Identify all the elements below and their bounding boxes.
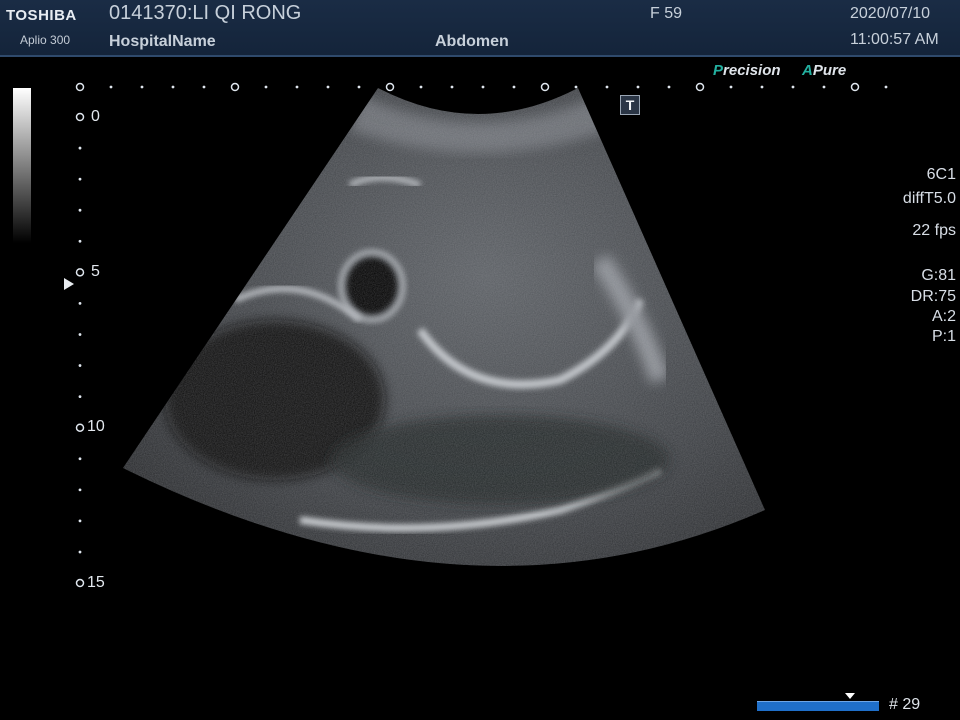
depth-label-15: 15 [87, 574, 105, 591]
lateral-major-tick [75, 82, 85, 92]
cine-progress-bar[interactable] [757, 701, 879, 711]
lateral-minor-tick [419, 85, 423, 89]
lateral-minor-tick [481, 85, 485, 89]
lateral-minor-tick [760, 85, 764, 89]
probe-label: 6C1 [926, 166, 956, 183]
depth-minor-tick [78, 239, 82, 243]
mode-label: diffT5.0 [902, 190, 956, 207]
lateral-minor-tick [729, 85, 733, 89]
dynamic-range-label: DR:75 [910, 288, 956, 305]
lateral-major-tick [695, 82, 705, 92]
lateral-minor-tick [202, 85, 206, 89]
lateral-major-tick [540, 82, 550, 92]
lateral-minor-tick [791, 85, 795, 89]
depth-minor-tick [78, 208, 82, 212]
focus-pointer-icon[interactable] [64, 278, 74, 290]
depth-minor-tick [78, 146, 82, 150]
depth-label-10: 10 [87, 418, 105, 435]
a-label: A:2 [931, 308, 956, 325]
p-label: P:1 [931, 328, 956, 345]
lateral-minor-tick [574, 85, 578, 89]
lateral-minor-tick [822, 85, 826, 89]
lateral-minor-tick [109, 85, 113, 89]
cine-thumb-icon[interactable] [845, 693, 855, 699]
gain-label: G:81 [921, 267, 956, 284]
depth-minor-tick [78, 488, 82, 492]
depth-minor-tick [78, 550, 82, 554]
scan-sector [123, 88, 765, 566]
lateral-minor-tick [357, 85, 361, 89]
depth-minor-tick [78, 177, 82, 181]
depth-minor-tick [78, 333, 82, 336]
lateral-major-tick [230, 82, 240, 92]
lateral-major-tick [385, 82, 395, 92]
frame-count: # 29 [889, 696, 921, 713]
lateral-minor-tick [884, 85, 888, 89]
depth-major-tick [75, 578, 85, 588]
depth-major-tick [75, 268, 85, 277]
lateral-minor-tick [636, 85, 640, 89]
depth-minor-tick [78, 364, 82, 367]
depth-minor-tick [78, 457, 82, 461]
lateral-minor-tick [450, 85, 454, 89]
lateral-minor-tick [171, 85, 175, 89]
depth-major-tick [75, 423, 85, 432]
depth-minor-tick [78, 395, 82, 399]
lateral-scale [75, 82, 888, 92]
depth-scale [75, 112, 85, 588]
depth-minor-tick [78, 519, 82, 523]
lateral-minor-tick [140, 85, 144, 89]
ultrasound-image [75, 82, 888, 588]
lateral-minor-tick [295, 85, 299, 89]
lateral-minor-tick [512, 85, 516, 89]
lateral-minor-tick [326, 85, 330, 89]
lateral-minor-tick [667, 85, 671, 89]
lateral-minor-tick [264, 85, 268, 89]
depth-label-0: 0 [91, 108, 100, 125]
lateral-major-tick [850, 82, 860, 92]
depth-label-5: 5 [91, 263, 100, 280]
lateral-minor-tick [605, 85, 609, 89]
t-marker-icon: T [620, 95, 640, 115]
depth-major-tick [75, 112, 85, 122]
fps-label: 22 fps [912, 222, 956, 239]
depth-minor-tick [78, 302, 82, 305]
